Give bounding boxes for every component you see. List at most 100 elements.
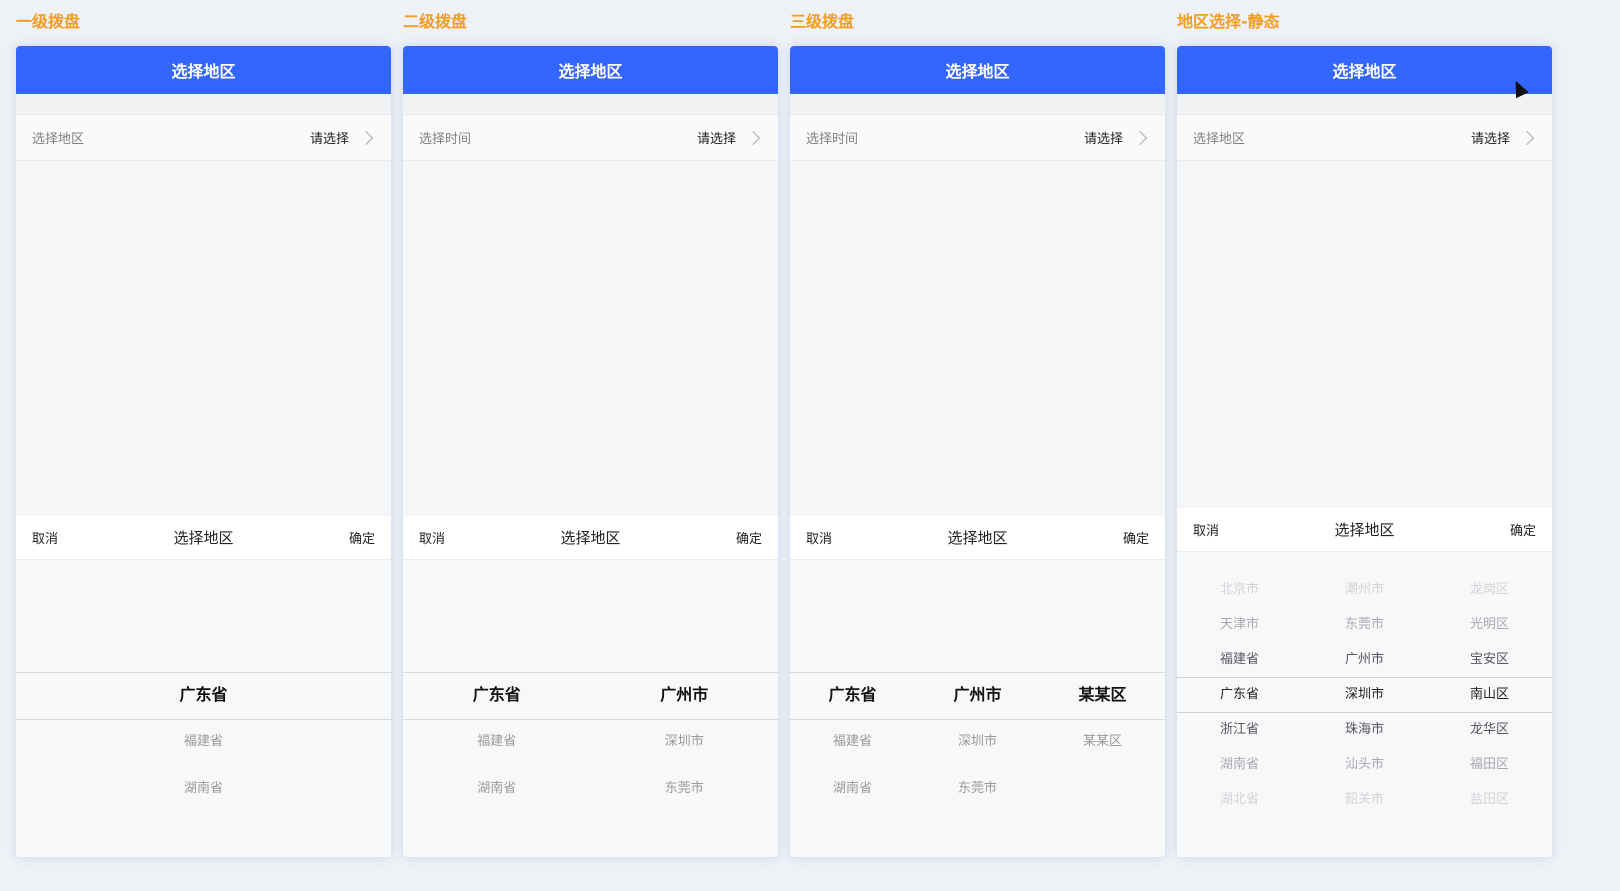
picker-selected-item[interactable]: 广东省	[16, 672, 391, 718]
confirm-button[interactable]: 确定	[1510, 520, 1536, 539]
picker-option[interactable]: 湖南省	[403, 765, 591, 812]
picker-option[interactable]: 东莞市	[591, 765, 779, 812]
picker-sheet: 取消 选择地区 确定 广东省 福建省 湖南省 广州市 深圳市 东莞市	[403, 516, 778, 857]
picker-column[interactable]: 某某区 某某区	[1040, 672, 1165, 812]
picker-option[interactable]: 北京市	[1177, 572, 1302, 607]
picker-selected-item[interactable]: 广东省	[790, 672, 915, 718]
spacer	[16, 94, 391, 114]
picker-option[interactable]: 福建省	[16, 718, 391, 765]
picker-column[interactable]: 广州市 深圳市 东莞市	[591, 672, 779, 812]
spacer	[403, 94, 778, 114]
picker-title: 选择地区	[173, 529, 234, 547]
picker-column[interactable]: 龙岗区 光明区 宝安区 南山区 龙华区 福田区 盐田区	[1427, 572, 1552, 817]
picker-option[interactable]: 湖北省	[1177, 782, 1302, 817]
picker-option[interactable]: 福田区	[1427, 747, 1552, 782]
picker-title: 选择地区	[1334, 521, 1395, 539]
picker-option[interactable]: 珠海市	[1302, 712, 1427, 747]
select-row-value: 请选择	[1470, 132, 1510, 147]
picker-option[interactable]: 深圳市	[915, 718, 1040, 765]
picker-column[interactable]: 广东省 福建省 湖南省	[790, 672, 915, 812]
picker-option[interactable]: 光明区	[1427, 607, 1552, 642]
panel-title: 地区选择-静态	[1177, 12, 1280, 31]
chevron-right-icon	[745, 130, 761, 145]
panel-title: 一级拨盘	[16, 12, 81, 31]
chevron-right-icon	[358, 130, 374, 145]
select-row-label: 选择地区	[1193, 132, 1246, 147]
picker-sheet: 取消 选择地区 确定 北京市 天津市 福建省 广东省 浙江省 湖南省 湖北省 潮州市 东莞市 广州市 深圳…	[1177, 508, 1552, 857]
picker-option[interactable]: 韶关市	[1302, 782, 1427, 817]
select-row-label: 选择时间	[806, 132, 859, 147]
spacer	[1177, 94, 1552, 114]
spacer	[790, 94, 1165, 114]
picker-option[interactable]: 龙岗区	[1427, 572, 1552, 607]
picker-option[interactable]: 宝安区	[1427, 642, 1552, 677]
picker-option[interactable]: 汕头市	[1302, 747, 1427, 782]
picker-option[interactable]: 湖南省	[790, 765, 915, 812]
picker-option[interactable]: 广州市	[1302, 642, 1427, 677]
picker-option[interactable]: 湖南省	[1177, 747, 1302, 782]
picker-wheel[interactable]: 广东省 福建省 湖南省 广州市 深圳市 东莞市 某某区 某某区	[790, 560, 1165, 830]
region-select-row[interactable]: 选择时间 请选择	[403, 114, 778, 161]
select-row-value: 请选择	[1083, 132, 1123, 147]
phone-screen: 选择地区 选择地区 请选择 取消 选择地区 确定 广东省 福建省 湖南省	[16, 46, 391, 857]
phone-screen: 选择地区 选择时间 请选择 取消 选择地区 确定 广东省 福建省 湖南省 广州市 深圳市 东莞市 某某区…	[790, 46, 1165, 857]
nav-header-title: 选择地区	[403, 46, 778, 94]
picker-selected-item[interactable]: 深圳市	[1302, 677, 1427, 712]
nav-header-title: 选择地区	[790, 46, 1165, 94]
cancel-button[interactable]: 取消	[32, 528, 58, 547]
picker-option[interactable]: 东莞市	[915, 765, 1040, 812]
picker-option[interactable]: 福建省	[790, 718, 915, 765]
picker-selected-item[interactable]: 广东省	[1177, 677, 1302, 712]
select-row-value: 请选择	[309, 132, 349, 147]
picker-toolbar: 取消 选择地区 确定	[1177, 508, 1552, 552]
cancel-button[interactable]: 取消	[1193, 520, 1219, 539]
picker-columns: 广东省 福建省 湖南省	[16, 672, 391, 812]
picker-wheel[interactable]: 广东省 福建省 湖南省	[16, 560, 391, 830]
select-row-label: 选择地区	[32, 132, 85, 147]
picker-option[interactable]: 深圳市	[591, 718, 779, 765]
phone-screen: 选择地区 选择地区 请选择 取消 选择地区 确定 北京市 天津市 福建省 广东省 浙江省 湖南省 湖北省…	[1177, 46, 1552, 857]
select-row-label: 选择时间	[419, 132, 472, 147]
picker-option[interactable]: 某某区	[1040, 718, 1165, 765]
panel-title: 二级拨盘	[403, 12, 468, 31]
cancel-button[interactable]: 取消	[419, 528, 445, 547]
cancel-button[interactable]: 取消	[806, 528, 832, 547]
picker-column[interactable]: 广州市 深圳市 东莞市	[915, 672, 1040, 812]
picker-title: 选择地区	[560, 529, 621, 547]
picker-wheel[interactable]: 广东省 福建省 湖南省 广州市 深圳市 东莞市	[403, 560, 778, 830]
picker-option[interactable]: 东莞市	[1302, 607, 1427, 642]
picker-columns: 广东省 福建省 湖南省 广州市 深圳市 东莞市 某某区 某某区	[790, 672, 1165, 812]
picker-toolbar: 取消 选择地区 确定	[403, 516, 778, 560]
picker-sheet: 取消 选择地区 确定 广东省 福建省 湖南省 广州市 深圳市 东莞市 某某区 某某区	[790, 516, 1165, 857]
region-select-row[interactable]: 选择时间 请选择	[790, 114, 1165, 161]
picker-column[interactable]: 北京市 天津市 福建省 广东省 浙江省 湖南省 湖北省	[1177, 572, 1302, 817]
select-row-right: 请选择	[697, 128, 762, 147]
picker-option[interactable]: 福建省	[403, 718, 591, 765]
confirm-button[interactable]: 确定	[1123, 528, 1149, 547]
picker-wheel[interactable]: 北京市 天津市 福建省 广东省 浙江省 湖南省 湖北省 潮州市 东莞市 广州市 深圳市 珠海市 汕头市韶…	[1177, 552, 1552, 817]
picker-selected-item[interactable]: 广东省	[403, 672, 591, 718]
phone-screen: 选择地区 选择时间 请选择 取消 选择地区 确定 广东省 福建省 湖南省 广州市 深圳市 东莞市	[403, 46, 778, 857]
picker-column[interactable]: 广东省 福建省 湖南省	[403, 672, 591, 812]
picker-selected-item[interactable]: 广州市	[591, 672, 779, 718]
confirm-button[interactable]: 确定	[349, 528, 375, 547]
select-row-right: 请选择	[1471, 128, 1536, 147]
picker-option[interactable]: 福建省	[1177, 642, 1302, 677]
picker-selected-item[interactable]: 广州市	[915, 672, 1040, 718]
picker-option[interactable]: 潮州市	[1302, 572, 1427, 607]
picker-option[interactable]: 浙江省	[1177, 712, 1302, 747]
picker-option[interactable]: 湖南省	[16, 765, 391, 812]
panel-title: 三级拨盘	[790, 12, 855, 31]
picker-option[interactable]: 天津市	[1177, 607, 1302, 642]
region-select-row[interactable]: 选择地区 请选择	[16, 114, 391, 161]
picker-column[interactable]: 潮州市 东莞市 广州市 深圳市 珠海市 汕头市 韶关市	[1302, 572, 1427, 817]
picker-selected-item[interactable]: 某某区	[1040, 672, 1165, 718]
region-select-row[interactable]: 选择地区 请选择	[1177, 114, 1552, 161]
confirm-button[interactable]: 确定	[736, 528, 762, 547]
chevron-right-icon	[1132, 130, 1148, 145]
picker-column[interactable]: 广东省 福建省 湖南省	[16, 672, 391, 812]
picker-selected-item[interactable]: 南山区	[1427, 677, 1552, 712]
picker-option[interactable]: 盐田区	[1427, 782, 1552, 817]
picker-option[interactable]: 龙华区	[1427, 712, 1552, 747]
picker-toolbar: 取消 选择地区 确定	[16, 516, 391, 560]
